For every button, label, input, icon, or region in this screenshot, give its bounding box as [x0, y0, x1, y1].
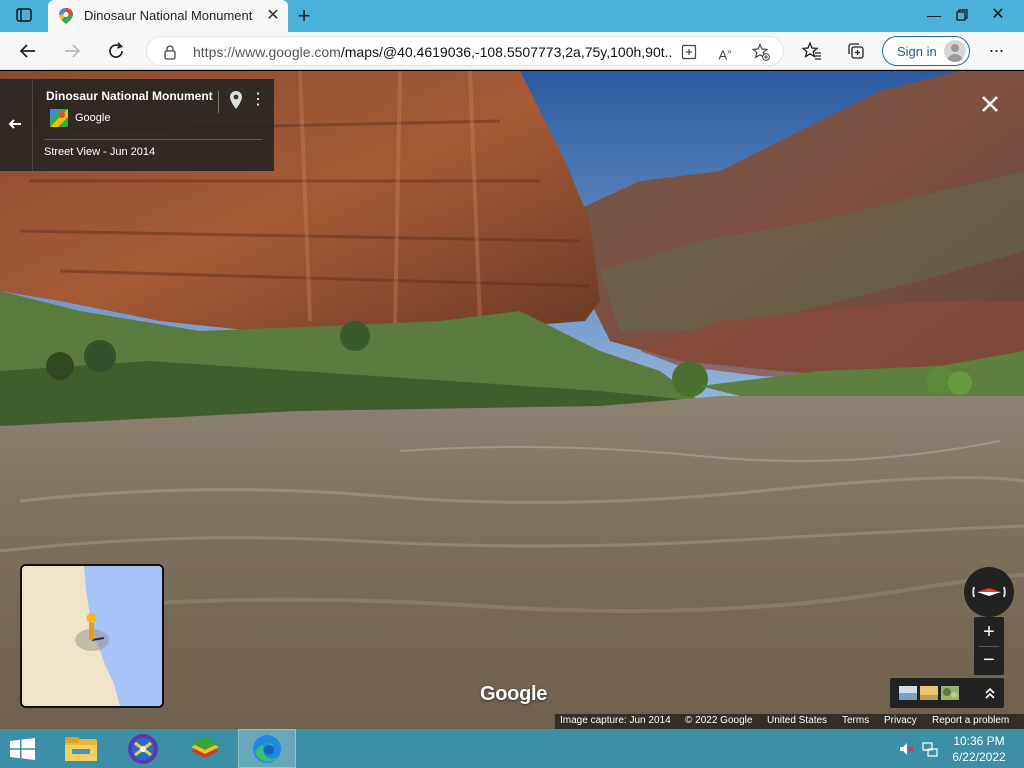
compass-icon: [972, 586, 1006, 598]
active-tab[interactable]: Dinosaur National Monument - Google Maps…: [48, 0, 288, 32]
forward-arrow-icon[interactable]: [60, 39, 84, 63]
tab-title: Dinosaur National Monument - Google Maps: [84, 8, 254, 23]
windows-start-icon[interactable]: [8, 738, 38, 760]
sign-in-button[interactable]: Sign in: [882, 36, 970, 66]
zoom-out-button[interactable]: −: [974, 646, 1004, 674]
favorites-icon[interactable]: [800, 39, 824, 63]
region-link[interactable]: United States: [767, 715, 827, 726]
terms-link[interactable]: Terms: [842, 715, 869, 726]
place-title[interactable]: Dinosaur National Monument: [46, 89, 213, 103]
layers-panel[interactable]: [890, 678, 1004, 708]
card-divider: [44, 139, 262, 140]
satellite-layer-thumbnail[interactable]: [941, 686, 959, 700]
more-icon[interactable]: ···: [984, 39, 1008, 63]
location-info-card: Dinosaur National Monument Google ⋮ Stre…: [0, 79, 274, 171]
close-window-icon[interactable]: ✕: [986, 3, 1010, 27]
bluestacks-icon[interactable]: [176, 729, 234, 768]
capture-date[interactable]: Street View - Jun 2014: [44, 146, 155, 158]
minimap[interactable]: [20, 564, 164, 708]
google-maps-logo-icon: [50, 109, 68, 127]
tab-close-icon[interactable]: ✕: [264, 7, 282, 25]
sign-in-label: Sign in: [897, 44, 937, 59]
refresh-icon[interactable]: [104, 39, 128, 63]
browser-toolbar: https://www.google.com/maps/@40.4619036,…: [0, 32, 1024, 70]
collections-icon[interactable]: [844, 39, 868, 63]
copyright-text: © 2022 Google: [685, 715, 753, 726]
url-path: /maps/@40.4619036,-108.5507773,2a,75y,10…: [340, 44, 673, 60]
lock-icon[interactable]: [163, 44, 177, 60]
restore-icon[interactable]: [950, 3, 974, 27]
map-layer-thumbnail[interactable]: [899, 686, 917, 700]
privacy-link[interactable]: Privacy: [884, 715, 917, 726]
clock-date[interactable]: 6/22/2022: [946, 750, 1012, 764]
provider-name: Google: [75, 112, 111, 124]
file-explorer-icon[interactable]: [52, 729, 110, 768]
attribution-bar: Image capture: Jun 2014 © 2022 Google Un…: [555, 714, 1024, 729]
card-separator: [218, 91, 219, 113]
read-aloud-icon[interactable]: A»: [715, 42, 735, 62]
address-bar[interactable]: https://www.google.com/maps/@40.4619036,…: [146, 36, 784, 66]
more-options-icon[interactable]: ⋮: [250, 90, 266, 110]
star-plus-icon[interactable]: [751, 42, 771, 62]
compass-button[interactable]: [964, 567, 1014, 617]
image-capture-text: Image capture: Jun 2014: [560, 715, 671, 726]
clock-time[interactable]: 10:36 PM: [946, 734, 1012, 748]
url-text[interactable]: https://www.google.com/maps/@40.4619036,…: [193, 44, 673, 60]
google-watermark: Google: [480, 683, 548, 705]
card-divider: [32, 79, 33, 171]
terrain-layer-thumbnail[interactable]: [920, 686, 938, 700]
edge-icon[interactable]: [238, 729, 296, 768]
back-arrow-icon[interactable]: [4, 113, 26, 135]
back-arrow-icon[interactable]: [16, 39, 40, 63]
close-icon[interactable]: [978, 92, 1002, 116]
report-problem-link[interactable]: Report a problem: [932, 715, 1009, 726]
chevron-up-icon[interactable]: [980, 683, 1000, 703]
location-pin-icon[interactable]: [228, 90, 244, 110]
network-icon[interactable]: [922, 741, 938, 757]
tab-actions-icon[interactable]: [15, 6, 33, 24]
minimap-image: [22, 566, 162, 706]
url-host: https://www.google.com: [193, 44, 341, 60]
zoom-control: + −: [974, 617, 1004, 675]
taskbar: 10:36 PM 6/22/2022: [0, 729, 1024, 768]
volume-muted-icon[interactable]: [898, 741, 914, 757]
plus-icon[interactable]: +: [294, 5, 314, 27]
zoom-in-button[interactable]: +: [974, 618, 1004, 646]
tab-bar: Dinosaur National Monument - Google Maps…: [0, 0, 1024, 32]
avatar: [944, 40, 966, 62]
minimize-icon[interactable]: —: [922, 3, 946, 27]
app-2-icon[interactable]: [114, 729, 172, 768]
app-available-icon[interactable]: [679, 42, 699, 62]
google-maps-icon: [59, 8, 73, 24]
